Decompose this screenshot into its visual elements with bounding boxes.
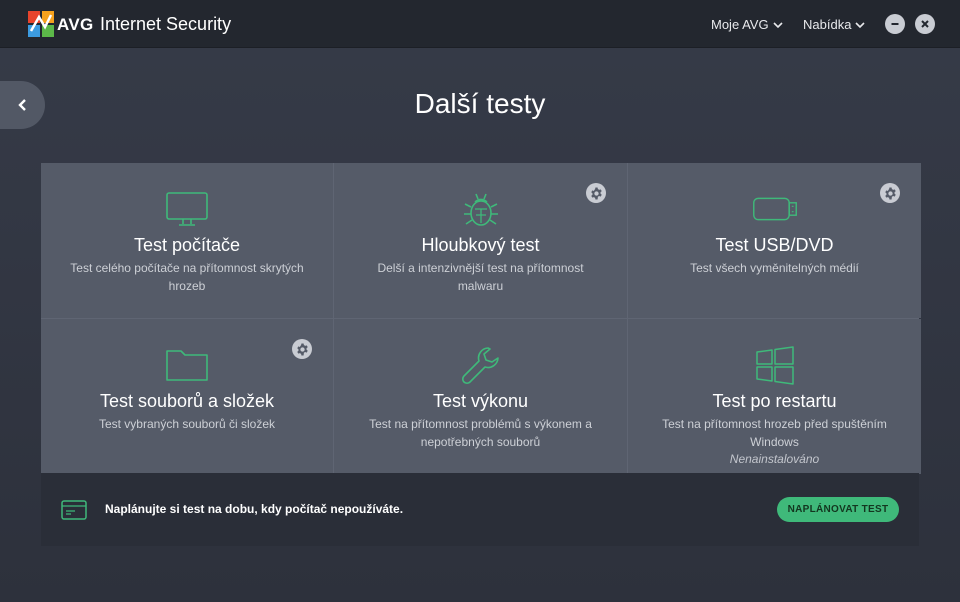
gear-icon: [590, 187, 602, 199]
schedule-scan-button[interactable]: NAPLÁNOVAT TEST: [777, 497, 899, 522]
tile-description: Test vybraných souborů či složek: [98, 417, 276, 431]
scan-tiles-grid: Test počítače Test celého počítače na př…: [41, 163, 921, 474]
gear-icon: [296, 343, 308, 355]
tile-performance-scan[interactable]: Test výkonu Test na přítomnost problémů …: [334, 319, 627, 474]
status-not-installed: Nenainstalováno: [729, 452, 820, 466]
menu-offer[interactable]: Nabídka: [803, 17, 865, 32]
gear-icon: [884, 187, 896, 199]
page-title: Další testy: [414, 88, 546, 119]
chevron-down-icon: [772, 21, 783, 28]
tile-description: Delší a intenzivnější test na přítomnost…: [377, 261, 584, 293]
menu-my-avg-label: Moje AVG: [711, 17, 769, 32]
tile-files-folders-scan[interactable]: Test souborů a složek Test vybraných sou…: [41, 319, 333, 474]
tile-boot-time-scan[interactable]: Test po restartu Test na přítomnost hroz…: [628, 319, 921, 474]
avg-logo-icon: [28, 11, 54, 37]
schedule-bar: Naplánujte si test na dobu, kdy počítač …: [41, 473, 919, 546]
tile-title: Hloubkový test: [421, 235, 540, 255]
tile-title: Test výkonu: [432, 391, 529, 411]
folder-icon: [166, 350, 208, 381]
usb-drive-icon: [752, 197, 797, 221]
settings-button[interactable]: [292, 339, 312, 359]
menu-my-avg[interactable]: Moje AVG: [711, 17, 783, 32]
menu-offer-label: Nabídka: [803, 17, 852, 32]
close-icon: [921, 20, 929, 28]
tile-description: Test celého počítače na přítomnost skryt…: [70, 261, 304, 293]
tile-title: Test USB/DVD: [715, 235, 834, 255]
tile-usb-dvd-scan[interactable]: Test USB/DVD Test všech vyměnitelných mé…: [628, 163, 921, 318]
windows-logo-icon: [755, 346, 794, 385]
bug-icon: [463, 193, 498, 226]
tile-description: Test na přítomnost hrozeb před spuštěním…: [662, 417, 887, 449]
close-button[interactable]: [915, 14, 935, 34]
settings-button[interactable]: [586, 183, 606, 203]
minimize-button[interactable]: [885, 14, 905, 34]
product-name: Internet Security: [100, 14, 232, 34]
tile-computer-scan[interactable]: Test počítače Test celého počítače na př…: [41, 163, 333, 318]
tile-title: Test souborů a složek: [99, 391, 275, 411]
tile-description: Test na přítomnost problémů s výkonem a …: [369, 417, 592, 449]
tile-description: Test všech vyměnitelných médií: [690, 261, 859, 275]
wrench-icon: [461, 347, 499, 385]
tile-deep-scan[interactable]: Hloubkový test Delší a intenzivnější tes…: [334, 163, 627, 318]
schedule-text: Naplánujte si test na dobu, kdy počítač …: [105, 502, 404, 516]
title-bar: AVG Internet Security Moje AVG Nabídka: [0, 0, 960, 48]
settings-button[interactable]: [880, 183, 900, 203]
app-window: AVG Internet Security Moje AVG Nabídka D…: [0, 0, 960, 602]
brand-name: AVG: [57, 15, 94, 34]
tile-title: Test po restartu: [712, 391, 837, 411]
calendar-card-icon: [61, 500, 87, 520]
chevron-down-icon: [855, 21, 865, 28]
monitor-icon: [166, 192, 208, 226]
minimize-icon: [891, 23, 899, 25]
tile-title: Test počítače: [133, 235, 241, 255]
